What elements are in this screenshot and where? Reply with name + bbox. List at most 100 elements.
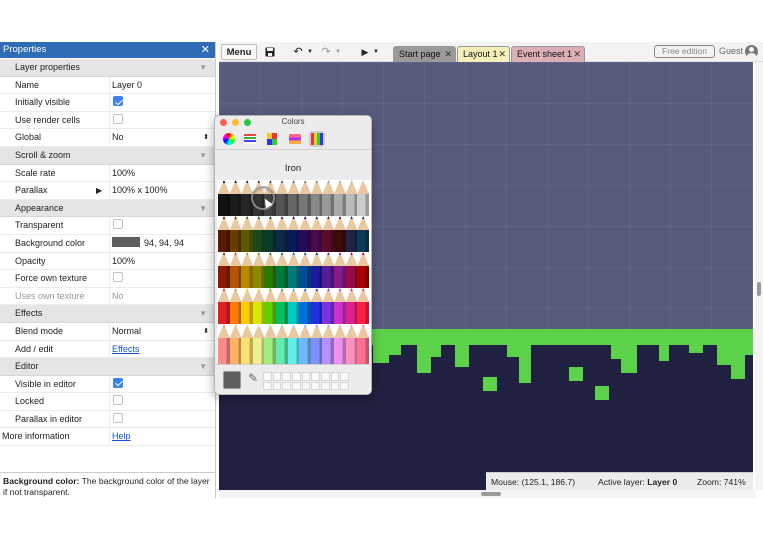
tab-event-sheet-1[interactable]: Event sheet 1 ✕ (511, 46, 585, 62)
empty-swatch[interactable] (321, 381, 330, 390)
property-value[interactable]: No ⬍ (109, 129, 213, 147)
eyedropper-icon[interactable]: ✎ (248, 371, 258, 385)
checkbox[interactable] (113, 113, 123, 124)
property-row-initially-visible[interactable]: Initially visible (0, 94, 215, 112)
property-value[interactable]: Effects (109, 340, 213, 359)
color-sliders-icon[interactable] (242, 131, 258, 147)
property-value[interactable] (109, 111, 213, 130)
empty-swatch[interactable] (292, 381, 301, 390)
property-value[interactable] (109, 375, 213, 394)
close-tab-icon[interactable]: ✕ (498, 47, 506, 62)
vertical-scrollbar[interactable] (755, 62, 763, 490)
menu-button[interactable]: Menu (221, 44, 257, 60)
property-row-name[interactable]: Name Layer 0 (0, 76, 215, 95)
property-row-transparent[interactable]: Transparent (0, 217, 215, 235)
play-dropdown-icon[interactable]: ▼ (373, 44, 379, 60)
property-value[interactable] (109, 217, 213, 235)
collapse-triangle-icon[interactable]: ▼ (199, 147, 207, 165)
effects-link[interactable]: Effects (112, 344, 139, 354)
close-tab-icon[interactable]: ✕ (444, 47, 452, 62)
property-value[interactable]: 94, 94, 94 (109, 234, 213, 253)
empty-swatch[interactable] (321, 372, 330, 381)
color-wheel-icon[interactable] (221, 131, 237, 147)
empty-swatch[interactable] (272, 372, 282, 381)
empty-swatch[interactable] (311, 372, 320, 381)
vertical-scroll-thumb[interactable] (757, 282, 761, 296)
free-edition-badge[interactable]: Free edition (654, 45, 715, 58)
maximize-window-icon[interactable] (244, 119, 251, 126)
empty-swatch[interactable] (301, 381, 311, 390)
colors-window[interactable]: Colors Iron ✎ (214, 115, 372, 395)
current-color-well[interactable] (223, 371, 241, 389)
pencils-icon[interactable] (309, 131, 325, 147)
property-value[interactable] (109, 393, 213, 411)
color-palettes-icon[interactable] (264, 131, 280, 147)
user-icon[interactable] (745, 45, 758, 58)
close-tab-icon[interactable]: ✕ (573, 47, 581, 62)
property-value[interactable]: 100% (109, 252, 213, 271)
select-arrows-icon[interactable]: ⬍ (203, 323, 209, 341)
property-row-scale-rate[interactable]: Scale rate 100% (0, 164, 215, 183)
save-icon[interactable] (263, 44, 277, 60)
minimize-window-icon[interactable] (232, 119, 239, 126)
property-value[interactable]: No (109, 287, 213, 306)
property-row-visible-in-editor[interactable]: Visible in editor (0, 375, 215, 394)
section-header-effects[interactable]: Effects ▼ (0, 305, 215, 323)
collapse-triangle-icon[interactable]: ▼ (199, 200, 207, 218)
property-row-background-color[interactable]: Background color 94, 94, 94 (0, 234, 215, 253)
redo-dropdown-icon[interactable]: ▼ (335, 44, 341, 60)
collapse-triangle-icon[interactable]: ▼ (199, 358, 207, 376)
help-link[interactable]: Help (112, 431, 131, 441)
undo-icon[interactable]: ↶ (291, 44, 305, 60)
horizontal-scroll-thumb[interactable] (481, 492, 501, 496)
checkbox[interactable] (113, 377, 123, 388)
redo-icon[interactable]: ↷ (319, 44, 333, 60)
property-row-blend-mode[interactable]: Blend mode Normal ⬍ (0, 322, 215, 341)
property-row-locked[interactable]: Locked (0, 393, 215, 411)
image-palettes-icon[interactable] (287, 131, 303, 147)
checkbox[interactable] (113, 96, 123, 107)
property-value[interactable] (109, 94, 213, 112)
colors-title-bar[interactable]: Colors (215, 116, 371, 128)
select-arrows-icon[interactable]: ⬍ (203, 129, 209, 147)
property-value[interactable] (109, 270, 213, 288)
property-row-global[interactable]: Global No ⬍ (0, 129, 215, 147)
collapse-triangle-icon[interactable]: ▼ (199, 59, 207, 77)
property-value[interactable]: 100% x 100% (109, 182, 213, 200)
property-row-parallax-in-editor[interactable]: Parallax in editor (0, 410, 215, 429)
undo-dropdown-icon[interactable]: ▼ (307, 44, 313, 60)
user-name[interactable]: Guest (719, 46, 743, 56)
play-icon[interactable]: ▶ (359, 44, 371, 60)
empty-swatch[interactable] (340, 381, 349, 390)
empty-swatch[interactable] (272, 381, 282, 390)
empty-swatch[interactable] (340, 372, 349, 381)
property-row-uses-own-texture[interactable]: Uses own texture No (0, 287, 215, 306)
empty-swatch[interactable] (330, 381, 340, 390)
empty-swatch[interactable] (292, 372, 301, 381)
empty-swatch[interactable] (263, 372, 272, 381)
section-header-layer-properties[interactable]: Layer properties ▼ (0, 59, 215, 77)
checkbox[interactable] (113, 412, 123, 423)
collapse-triangle-icon[interactable]: ▼ (199, 305, 207, 323)
custom-swatches[interactable] (263, 372, 349, 390)
empty-swatch[interactable] (301, 372, 311, 381)
empty-swatch[interactable] (282, 372, 291, 381)
expand-arrow-icon[interactable]: ▶ (96, 182, 102, 200)
property-row-opacity[interactable]: Opacity 100% (0, 252, 215, 271)
close-icon[interactable]: ✕ (201, 42, 210, 58)
section-header-scroll-zoom[interactable]: Scroll & zoom ▼ (0, 146, 215, 165)
empty-swatch[interactable] (282, 381, 291, 390)
pencil-box[interactable] (217, 180, 371, 376)
property-row-use-render-cells[interactable]: Use render cells (0, 111, 215, 130)
property-row-force-own-texture[interactable]: Force own texture (0, 270, 215, 288)
property-value[interactable] (109, 410, 213, 429)
section-header-editor[interactable]: Editor ▼ (0, 358, 215, 376)
checkbox[interactable] (113, 219, 123, 230)
property-value[interactable]: 100% (109, 164, 213, 183)
empty-swatch[interactable] (330, 372, 340, 381)
property-row-add-edit[interactable]: Add / edit Effects (0, 340, 215, 359)
checkbox[interactable] (113, 395, 123, 406)
close-window-icon[interactable] (220, 119, 227, 126)
empty-swatch[interactable] (311, 381, 320, 390)
property-row-parallax[interactable]: Parallax ▶ 100% x 100% (0, 182, 215, 200)
